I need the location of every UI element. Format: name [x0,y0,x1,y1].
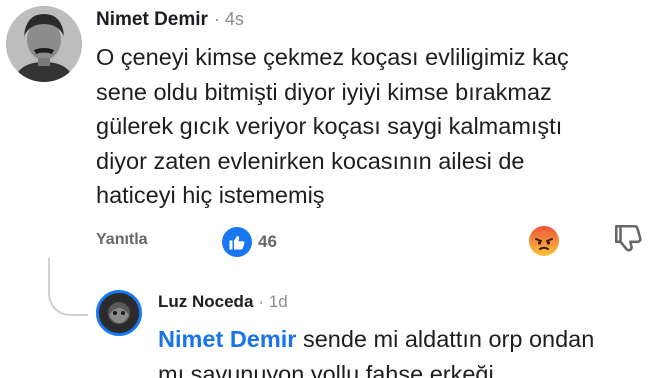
comment-text: O çeneyi kimse çekmez koçası evliligimiz… [96,44,569,208]
like-reaction[interactable]: 46 [222,225,277,259]
reply-header: Luz Noceda · 1d [158,292,288,312]
like-count: 46 [258,232,277,251]
comment-time[interactable]: · 4s [214,9,244,29]
reply-text-line-1: sende mi aldattın orp ondan [296,326,595,352]
reply-text: Nimet Demir sende mi aldattın orp ondan … [158,322,658,378]
thread-connector [48,258,88,316]
reply-text-line-2: mı savunuyon yollu fahşe erkeği [158,360,494,378]
reply-time[interactable]: · 1d [258,292,287,311]
mention-link[interactable]: Nimet Demir [158,326,296,352]
thumbs-down-icon[interactable] [612,222,646,256]
avatar[interactable] [6,6,82,82]
reply-avatar[interactable] [96,290,142,336]
reply-avatar-photo [99,293,139,333]
comment-actions: Yanıtla 46 [96,222,666,262]
reply-button[interactable]: Yanıtla [96,231,148,249]
thumbs-up-icon [222,227,252,257]
comment-author[interactable]: Nimet Demir [96,9,208,30]
comment-header: Nimet Demir · 4s [96,9,244,31]
avatar-photo [6,6,82,82]
reply-author[interactable]: Luz Noceda [158,292,253,311]
comment-thread: Nimet Demir · 4s O çeneyi kimse çekmez ko… [0,0,672,378]
angry-reaction-icon[interactable] [528,225,560,257]
